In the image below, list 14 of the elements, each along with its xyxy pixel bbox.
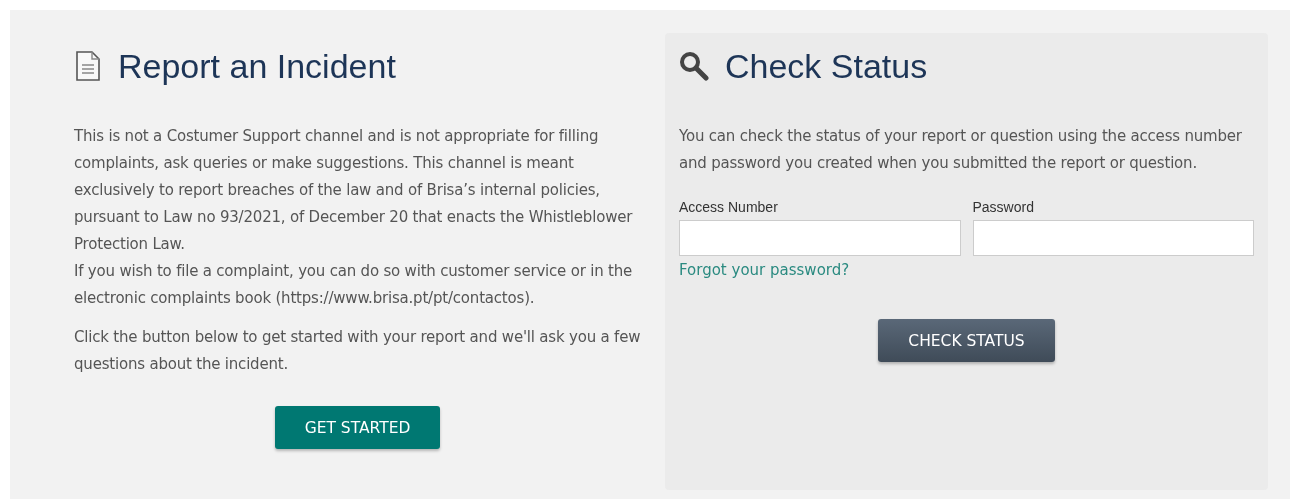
paragraph: You can check the status of your report or question using the access number and password you created when you submitted the report or question. (679, 126, 1243, 174)
paragraph: Click the button below to get started with your report and we'll ask you a few questions about the incident. (74, 327, 641, 375)
document-icon (74, 50, 102, 82)
input-field[interactable] (679, 220, 961, 256)
get-started-button[interactable]: GET STARTED (274, 406, 441, 449)
paragraph: This is not a Costumer Support channel and is not appropriate for filling complaints, ask queries or make suggestions. This channel is meant exclusively to report breaches of the law and of Brisa’s internal policies, pursuant to Law no 93/2021, of December 20 that enacts the Whistleblower Protection Law. If you wish to file a complaint, you can do so with customer service or in the electronic complaints book (https://www.brisa.pt/pt/contactos). (74, 126, 634, 309)
field-label: Access Number (679, 199, 779, 215)
section-title: Report an Incident (118, 46, 396, 86)
check-status-button[interactable]: CHECK STATUS (878, 319, 1055, 362)
search-icon (679, 51, 709, 81)
forgot-password-link[interactable]: Forgot your password? (679, 261, 850, 279)
section-title: Check Status (725, 46, 928, 86)
field-label: Password (972, 199, 1035, 215)
input-field[interactable] (972, 220, 1254, 256)
